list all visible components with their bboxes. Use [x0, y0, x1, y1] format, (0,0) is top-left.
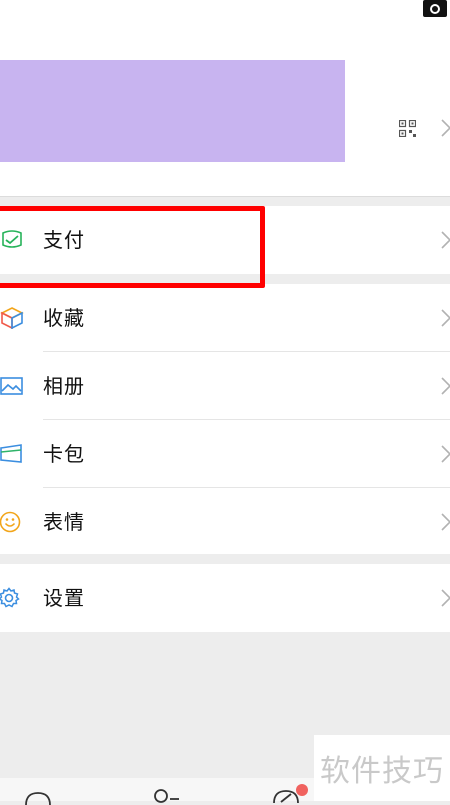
- gear-icon: [0, 587, 20, 608]
- menu-item-album[interactable]: 相册: [0, 352, 450, 420]
- menu-item-stickers[interactable]: 表情: [0, 488, 450, 556]
- menu-item-settings[interactable]: 设置: [0, 564, 450, 632]
- watermark: 软件技巧: [314, 735, 450, 801]
- profile-redacted-area[interactable]: [0, 60, 345, 162]
- card-icon: [0, 444, 22, 463]
- chevron-right-icon[interactable]: [441, 119, 450, 137]
- divider: [0, 196, 450, 197]
- chevron-right-icon: [441, 309, 450, 327]
- chevron-right-icon: [441, 589, 450, 607]
- watermark-text: 软件技巧: [320, 754, 444, 789]
- smiley-icon: [0, 511, 21, 533]
- chevron-right-icon: [441, 513, 450, 531]
- chat-tab-icon[interactable]: [24, 791, 52, 805]
- qr-code-icon[interactable]: [399, 120, 416, 137]
- menu-item-label: 卡包: [43, 442, 85, 466]
- menu-item-cards[interactable]: 卡包: [0, 420, 450, 488]
- chevron-right-icon: [441, 231, 450, 249]
- photo-icon: [0, 377, 23, 395]
- cube-icon: [0, 307, 24, 329]
- menu-group-main: 收藏 相册 卡包 表情: [0, 284, 450, 554]
- menu-item-label: 相册: [43, 374, 85, 398]
- camera-icon[interactable]: [421, 0, 449, 18]
- menu-group-settings: 设置: [0, 564, 450, 632]
- chevron-right-icon: [441, 445, 450, 463]
- chevron-right-icon: [441, 377, 450, 395]
- menu-item-label: 设置: [43, 586, 85, 610]
- menu-item-label: 表情: [43, 510, 85, 534]
- menu-item-label: 收藏: [43, 306, 85, 330]
- highlight-box: [0, 206, 265, 288]
- menu-item-favorites[interactable]: 收藏: [0, 284, 450, 352]
- notification-badge: [296, 784, 308, 796]
